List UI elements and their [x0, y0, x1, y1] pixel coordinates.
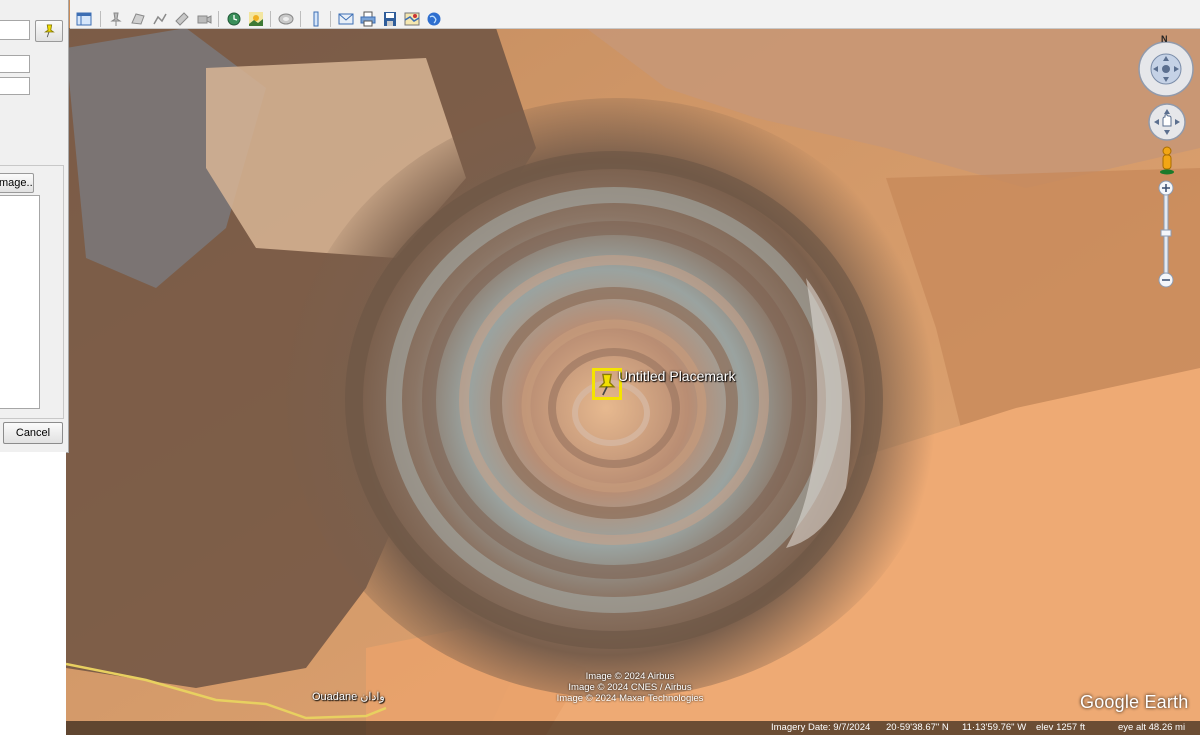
street-view-pegman-icon[interactable]: [1156, 145, 1178, 175]
pushpin-icon: [598, 373, 616, 396]
cancel-button[interactable]: Cancel: [3, 422, 63, 444]
earth-gallery-icon[interactable]: [424, 10, 444, 28]
longitude-readout: 11·13'59.76" W: [962, 722, 1027, 733]
eye-altitude-readout: eye alt 48.26 mi: [1118, 722, 1186, 733]
add-image-overlay-icon[interactable]: [172, 10, 192, 28]
longitude-input[interactable]: [0, 77, 30, 95]
add-polygon-icon[interactable]: [128, 10, 148, 28]
imagery-date: Imagery Date: 9/7/2024: [771, 722, 871, 733]
attribution-line: Image © 2024 Maxar Technologies: [556, 693, 704, 704]
latitude-input[interactable]: [0, 55, 30, 73]
add-placemark-icon[interactable]: [106, 10, 126, 28]
google-earth-logo: Google Earth: [1080, 692, 1189, 712]
record-tour-icon[interactable]: [194, 10, 214, 28]
placemark-dialog: mage... Cancel: [0, 0, 69, 453]
ruler-icon[interactable]: [306, 10, 326, 28]
historical-imagery-icon[interactable]: [224, 10, 244, 28]
latitude-readout: 20·59'38.67" N: [886, 722, 949, 733]
move-control[interactable]: [1147, 102, 1187, 142]
sidebar-toggle-icon[interactable]: [74, 10, 94, 28]
print-icon[interactable]: [358, 10, 378, 28]
attribution-line: Image © 2024 Airbus: [585, 671, 675, 682]
toolbar: [70, 0, 1200, 29]
compass-north-label: N: [1161, 34, 1168, 44]
eye-icon: [1162, 65, 1170, 73]
switch-to-sky-icon[interactable]: [276, 10, 296, 28]
attribution-line: Image © 2024 CNES / Airbus: [568, 682, 692, 693]
sidebar-empty-area: [0, 452, 66, 735]
description-textarea[interactable]: [0, 195, 40, 409]
view-in-maps-icon[interactable]: [402, 10, 422, 28]
placemark-label[interactable]: Untitled Placemark: [618, 368, 736, 384]
save-image-icon[interactable]: [380, 10, 400, 28]
pushpin-icon: [44, 24, 55, 38]
name-input[interactable]: [0, 20, 30, 40]
look-control[interactable]: N: [1137, 34, 1195, 98]
zoom-thumb: [1160, 229, 1172, 237]
email-icon[interactable]: [336, 10, 356, 28]
zoom-slider[interactable]: [1158, 180, 1174, 290]
add-path-icon[interactable]: [150, 10, 170, 28]
sunlight-icon[interactable]: [246, 10, 266, 28]
status-bar: Imagery Date: 9/7/2024 20·59'38.67" N 11…: [66, 721, 1200, 735]
place-label-ouadane[interactable]: Ouadane وادان: [312, 690, 385, 703]
add-image-button[interactable]: mage...: [0, 173, 34, 193]
elevation-readout: elev 1257 ft: [1036, 722, 1086, 733]
placemark-icon-button[interactable]: [35, 20, 63, 42]
